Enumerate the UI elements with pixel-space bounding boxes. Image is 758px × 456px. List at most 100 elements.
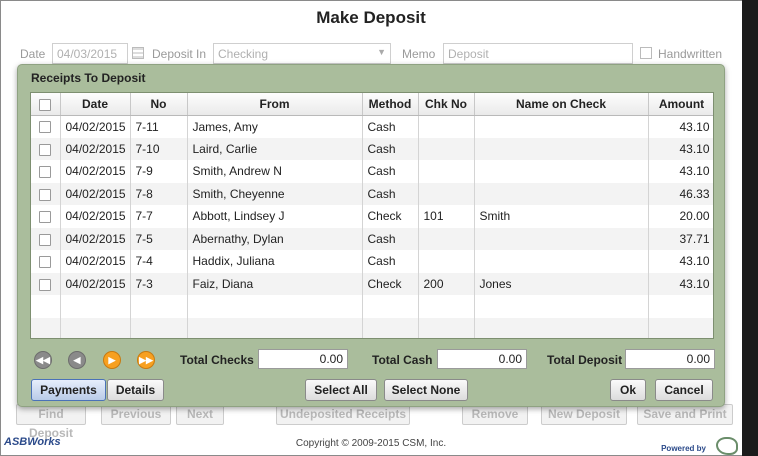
copyright-text: Copyright © 2009-2015 CSM, Inc. <box>295 438 447 449</box>
remove-button[interactable]: Remove <box>462 404 528 425</box>
first-page-icon[interactable]: ◀◀ <box>34 351 52 369</box>
bottom-toolbar: Find Deposit Previous Next Undeposited R… <box>0 404 742 440</box>
table-row[interactable]: 04/02/2015 7-5 Abernathy, Dylan Cash 37.71 <box>31 227 713 250</box>
table-row[interactable]: 04/02/2015 7-3 Faiz, Diana Check 200 Jones 43.… <box>31 272 713 295</box>
receipts-to-deposit-dialog: Receipts To Deposit Date No From Method … <box>17 64 725 407</box>
grid-header-row: Date No From Method Chk No Name on Check… <box>31 93 713 116</box>
cell-amount: 43.10 <box>648 250 713 273</box>
chevron-down-icon: ▼ <box>377 47 386 57</box>
row-select-cell[interactable] <box>31 182 61 205</box>
date-field[interactable]: 04/03/2015 <box>52 43 128 64</box>
cell-name-on-check <box>474 295 649 318</box>
row-select-cell[interactable] <box>31 137 61 160</box>
cell-amount: 43.10 <box>648 137 713 160</box>
cell-amount <box>648 295 713 318</box>
save-and-print-button[interactable]: Save and Print <box>637 404 733 425</box>
deposit-form: Date 04/03/2015 Deposit In Checking ▼ Me… <box>0 43 742 65</box>
cell-method <box>362 295 419 318</box>
table-row <box>31 295 713 318</box>
column-header-no[interactable]: No <box>130 93 188 116</box>
cell-method: Check <box>362 272 419 295</box>
cell-method: Cash <box>362 250 419 273</box>
ok-button[interactable]: Ok <box>610 379 646 401</box>
row-select-cell <box>31 317 61 338</box>
table-row[interactable]: 04/02/2015 7-4 Haddix, Juliana Cash 43.10 <box>31 250 713 273</box>
cell-date: 04/02/2015 <box>60 160 131 183</box>
cell-from: Smith, Andrew N <box>187 160 363 183</box>
row-select-checkbox[interactable] <box>39 233 52 246</box>
details-tab-button[interactable]: Details <box>107 379 164 401</box>
column-header-date[interactable]: Date <box>60 93 131 116</box>
column-header-amount[interactable]: Amount <box>648 93 713 116</box>
select-all-checkbox-header[interactable] <box>31 93 61 116</box>
previous-page-icon[interactable]: ◀ <box>68 351 86 369</box>
table-row[interactable]: 04/02/2015 7-8 Smith, Cheyenne Cash 46.33 <box>31 182 713 205</box>
cancel-button[interactable]: Cancel <box>655 379 713 401</box>
row-select-cell[interactable] <box>31 250 61 273</box>
cell-from: Haddix, Juliana <box>187 250 363 273</box>
cell-no: 7-7 <box>130 205 188 228</box>
cell-no: 7-3 <box>130 272 188 295</box>
handwritten-checkbox[interactable] <box>640 47 652 59</box>
undeposited-receipts-button[interactable]: Undeposited Receipts <box>276 404 410 425</box>
cell-from: James, Amy <box>187 115 363 138</box>
next-page-icon[interactable]: ▶ <box>103 351 121 369</box>
find-deposit-button[interactable]: Find Deposit <box>16 404 86 440</box>
table-row[interactable]: 04/02/2015 7-7 Abbott, Lindsey J Check 101 Sm… <box>31 205 713 228</box>
row-select-checkbox[interactable] <box>39 166 52 179</box>
total-checks-label: Total Checks <box>180 353 254 367</box>
window-edge <box>742 0 758 456</box>
cell-no <box>130 295 188 318</box>
column-header-chk-no[interactable]: Chk No <box>418 93 475 116</box>
row-select-checkbox[interactable] <box>39 121 52 134</box>
column-header-name-on-check[interactable]: Name on Check <box>474 93 649 116</box>
new-deposit-button[interactable]: New Deposit <box>541 404 627 425</box>
last-page-icon[interactable]: ▶▶ <box>137 351 155 369</box>
cell-method: Cash <box>362 182 419 205</box>
row-select-cell[interactable] <box>31 272 61 295</box>
row-select-checkbox[interactable] <box>39 256 52 269</box>
cell-date <box>60 317 131 338</box>
cell-chk-no <box>418 137 475 160</box>
cell-date <box>60 295 131 318</box>
next-button[interactable]: Next <box>176 404 224 425</box>
row-select-checkbox[interactable] <box>39 143 52 156</box>
cell-method: Cash <box>362 115 419 138</box>
cell-amount: 46.33 <box>648 182 713 205</box>
row-select-checkbox[interactable] <box>39 278 52 291</box>
memo-field[interactable]: Deposit <box>443 43 633 64</box>
cell-date: 04/02/2015 <box>60 115 131 138</box>
table-row[interactable]: 04/02/2015 7-10 Laird, Carlie Cash 43.10 <box>31 137 713 160</box>
column-header-method[interactable]: Method <box>362 93 419 116</box>
row-select-checkbox[interactable] <box>39 211 52 224</box>
column-header-from[interactable]: From <box>187 93 363 116</box>
cell-date: 04/02/2015 <box>60 272 131 295</box>
cell-from: Abernathy, Dylan <box>187 227 363 250</box>
cell-method: Cash <box>362 227 419 250</box>
row-select-cell[interactable] <box>31 205 61 228</box>
payments-tab-button[interactable]: Payments <box>31 379 106 401</box>
table-row[interactable]: 04/02/2015 7-11 James, Amy Cash 43.10 <box>31 115 713 138</box>
first-page-glyph: ◀◀ <box>36 355 50 365</box>
row-select-cell[interactable] <box>31 227 61 250</box>
previous-button[interactable]: Previous <box>101 404 171 425</box>
deposit-in-select[interactable]: Checking ▼ <box>213 43 391 64</box>
cell-amount: 43.10 <box>648 272 713 295</box>
calendar-icon[interactable] <box>132 47 144 59</box>
total-cash-label: Total Cash <box>372 353 433 367</box>
csm-logo <box>716 437 738 455</box>
select-all-button[interactable]: Select All <box>305 379 377 401</box>
deposit-in-label: Deposit In <box>152 47 207 61</box>
select-all-checkbox[interactable] <box>39 98 52 111</box>
table-row[interactable]: 04/02/2015 7-9 Smith, Andrew N Cash 43.10 <box>31 160 713 183</box>
cell-amount: 43.10 <box>648 115 713 138</box>
total-checks-field: 0.00 <box>258 349 348 369</box>
select-none-button[interactable]: Select None <box>384 379 468 401</box>
cell-no <box>130 317 188 338</box>
memo-label: Memo <box>402 47 436 61</box>
row-select-checkbox[interactable] <box>39 188 52 201</box>
row-select-cell[interactable] <box>31 115 61 138</box>
cell-no: 7-5 <box>130 227 188 250</box>
powered-by-text: Powered by <box>661 444 706 453</box>
row-select-cell[interactable] <box>31 160 61 183</box>
